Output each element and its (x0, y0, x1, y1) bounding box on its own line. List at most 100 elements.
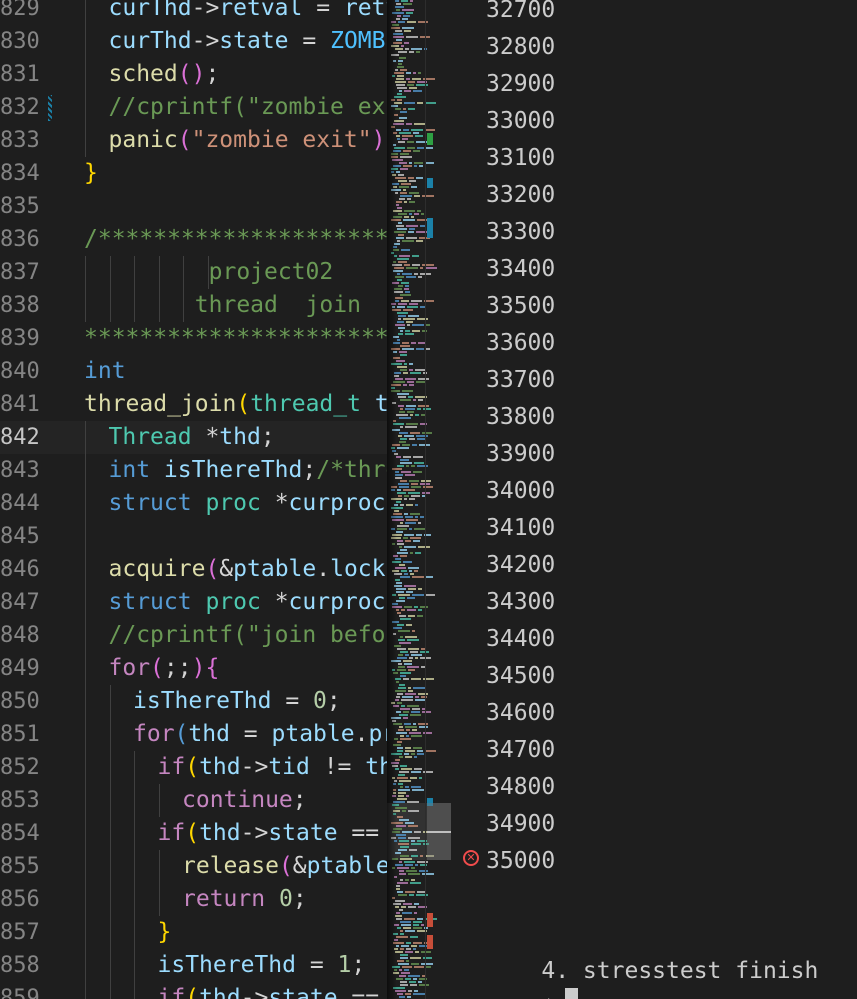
minimap-code-line (400, 522, 403, 524)
minimap-code-line (415, 135, 423, 137)
indent-guide (134, 883, 135, 916)
code-token: thd (219, 424, 261, 450)
minimap-code-line (397, 273, 400, 275)
code-token: thd (199, 754, 241, 780)
minimap-code-line (401, 609, 405, 611)
code-line[interactable]: 840 int (0, 355, 387, 388)
minimap-code-line (404, 216, 409, 218)
minimap-code-line (399, 873, 406, 875)
minimap-code-line (404, 534, 414, 536)
minimap-code-line (405, 540, 411, 542)
code-line[interactable]: 832 //cprintf("zombie exit! (0, 91, 387, 124)
code-line[interactable]: 859 if(thd->state == ZO (0, 982, 387, 999)
minimap-code-line (399, 57, 406, 59)
code-line[interactable]: 838 thread join (0, 289, 387, 322)
minimap-code-line (414, 912, 417, 914)
line-number: 851 (0, 722, 40, 747)
code-line[interactable]: 847 struct proc *curprocPar (0, 586, 387, 619)
code-line[interactable]: 858 isThereThd = 1; (0, 949, 387, 982)
minimap-code-line (407, 996, 411, 998)
indent-guide (134, 949, 135, 982)
code-line[interactable]: 851 for(thd = ptable.proc (0, 718, 387, 751)
minimap-code-line (399, 969, 402, 971)
code-line[interactable]: 839 ************************** (0, 322, 387, 355)
modified-line-marker[interactable] (48, 95, 52, 121)
indent-guide (158, 850, 160, 883)
minimap-code-line (403, 660, 412, 662)
code-token: ) (371, 127, 386, 153)
minimap-code-line (409, 369, 413, 371)
minimap-code-line (400, 675, 406, 677)
code-line[interactable]: 852 if(thd->tid != thre (0, 751, 387, 784)
terminal-prompt-line[interactable]: $ (486, 951, 579, 999)
code-line[interactable]: 836 /************************** (0, 223, 387, 256)
minimap-code-line (410, 552, 413, 554)
scrollbar-cursor-marker (427, 831, 451, 833)
indent-guide (158, 784, 160, 817)
code-line[interactable]: 849 for(;;){ (0, 652, 387, 685)
indent-guide (85, 784, 86, 817)
minimap-code-line (398, 180, 407, 182)
code-token: = (302, 0, 344, 21)
minimap-code-line (411, 483, 418, 485)
code-line[interactable]: 850 isThereThd = 0; (0, 685, 387, 718)
code-token: * (191, 424, 220, 450)
code-line[interactable]: 845 (0, 520, 387, 553)
minimap-code-line (412, 324, 424, 326)
minimap-code-line (406, 465, 409, 467)
minimap-code-line (405, 951, 413, 953)
terminal-output-line: 34400 (486, 626, 556, 652)
code-line[interactable]: 837 project02 (0, 256, 387, 289)
minimap-code-line (405, 747, 411, 749)
minimap-code-line (404, 495, 409, 497)
code-token: continue (182, 787, 293, 813)
code-line[interactable]: 830 curThd->state = ZOMBIE; (0, 25, 387, 58)
error-circle-icon[interactable]: ✕ (463, 850, 479, 866)
code-line[interactable]: 848 //cprintf("join before (0, 619, 387, 652)
code-line[interactable]: 831 sched(); (0, 58, 387, 91)
minimap-code-line (397, 492, 406, 494)
minimap-code-line (398, 60, 403, 62)
code-line[interactable]: 841 thread_join(thread_t thre (0, 388, 387, 421)
minimap-code-line (398, 666, 405, 668)
minimap-code-line (397, 882, 408, 884)
terminal-output-line: 33400 (486, 256, 556, 282)
minimap-code-line (413, 150, 420, 152)
indent-guide (109, 949, 111, 982)
minimap-code-line (398, 405, 404, 407)
minimap-code-line (400, 618, 411, 620)
code-editor[interactable]: 829curThd->retval = retval830curThd->sta… (0, 0, 387, 999)
code-line[interactable]: 844 struct proc *curproc = (0, 487, 387, 520)
minimap-code-line (412, 594, 424, 596)
minimap-code-line (412, 78, 421, 80)
code-line[interactable]: 829curThd->retval = retval (0, 0, 387, 25)
code-line[interactable]: 854 if(thd->state == UN (0, 817, 387, 850)
terminal-panel[interactable]: 32700 32800 32900 33000 33100 33200 33300 33400… (451, 0, 857, 999)
code-line[interactable]: 857} (0, 916, 387, 949)
code-token: int (84, 358, 126, 384)
minimap-code-line (400, 933, 404, 935)
terminal-output-line: 33800 (486, 404, 556, 430)
code-text: for(thd = ptable.proc (133, 718, 387, 751)
indent-guide (85, 982, 86, 999)
code-line[interactable]: 846 acquire(&ptable.lock); (0, 553, 387, 586)
code-line[interactable]: 834} (0, 157, 387, 190)
code-line[interactable]: 843 int isThereThd;/*thread (0, 454, 387, 487)
minimap-code-line (408, 615, 415, 617)
minimap-code-line (397, 798, 407, 800)
minimap-code-line (405, 693, 416, 695)
code-line[interactable]: 842 Thread *thd; (0, 421, 387, 454)
terminal-output-line: 32900 (486, 71, 556, 97)
code-text: if(thd->state == UN (158, 817, 388, 850)
code-line[interactable]: 853 continue; (0, 784, 387, 817)
code-line[interactable]: 835 (0, 190, 387, 223)
code-line[interactable]: 855 release(&ptable.l (0, 850, 387, 883)
minimap-code-line (398, 435, 402, 437)
minimap-code-line (398, 333, 403, 335)
code-text: return 0; (182, 883, 307, 916)
line-number: 850 (0, 689, 40, 714)
minimap-code-line (400, 858, 412, 860)
code-line[interactable]: 833 panic("zombie exit"); (0, 124, 387, 157)
code-line[interactable]: 856 return 0; (0, 883, 387, 916)
